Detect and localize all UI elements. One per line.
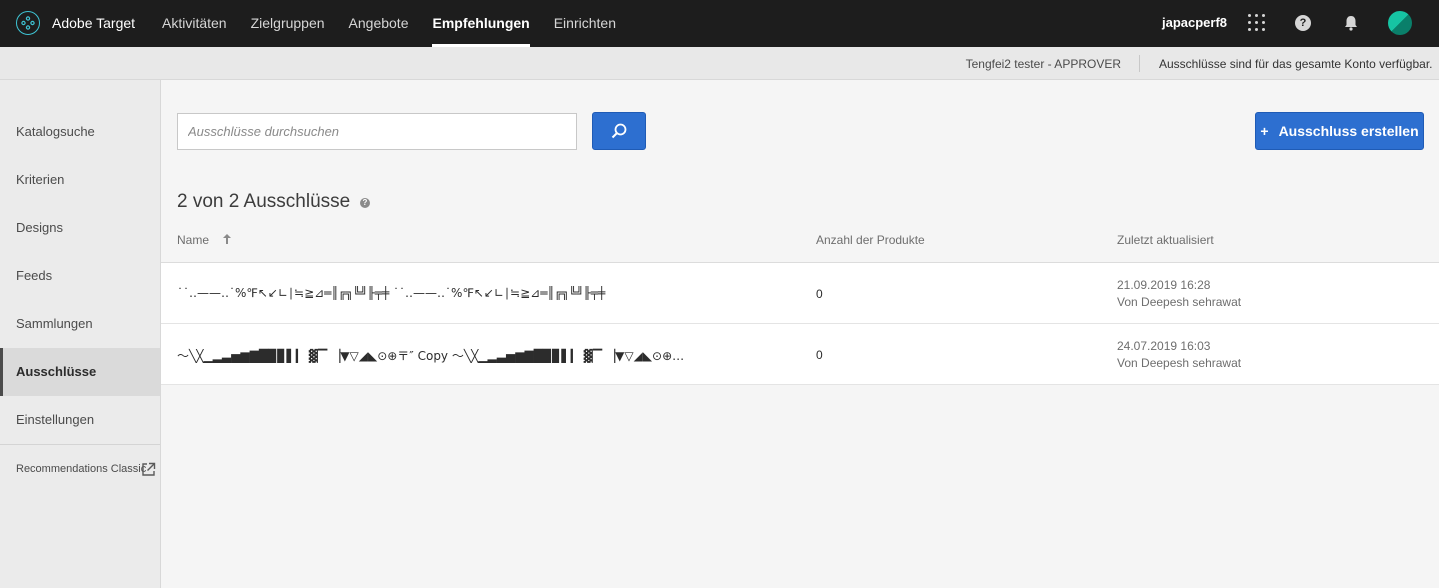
last-updated-date: 21.09.2019 16:28 bbox=[1117, 278, 1211, 292]
sidebar-item-einstellungen[interactable]: Einstellungen bbox=[0, 396, 160, 444]
external-link-icon bbox=[142, 462, 156, 476]
top-navigation-bar: Adobe Target Aktivitäten Zielgruppen Ang… bbox=[0, 0, 1439, 47]
nav-empfehlungen[interactable]: Empfehlungen bbox=[432, 0, 530, 47]
nav-aktivitaeten[interactable]: Aktivitäten bbox=[162, 0, 227, 47]
table-row[interactable]: ˙˙‥——‥˙%℉↖↙∟∣≒≧⊿═║╔╗╚╝╟╤╪ ˙˙‥——‥˙%℉↖↙∟∣≒… bbox=[161, 263, 1439, 324]
sidebar-item-feeds[interactable]: Feeds bbox=[0, 252, 160, 300]
exclusion-name[interactable]: 〜╲╳▁▂▃▅▆▇█▉▊▌▎ ▓▔ ▕▼▽◢◣⊙⊕〒″ Copy 〜╲╳▁▂▃▅… bbox=[177, 347, 792, 364]
user-role: Tengfei2 tester - APPROVER bbox=[965, 57, 1121, 71]
main-content: + Ausschluss erstellen 2 von 2 Ausschlüs… bbox=[161, 80, 1439, 588]
last-updated-author: Von Deepesh sehrawat bbox=[1117, 295, 1242, 309]
bell-icon[interactable] bbox=[1342, 14, 1360, 32]
sidebar-item-katalogsuche[interactable]: Katalogsuche bbox=[0, 108, 160, 156]
recommendations-classic-link[interactable]: Recommendations Classic bbox=[0, 445, 160, 493]
context-bar: Tengfei2 tester - APPROVER Ausschlüsse s… bbox=[0, 47, 1439, 80]
apps-grid-icon[interactable] bbox=[1248, 14, 1266, 32]
divider bbox=[1139, 55, 1140, 72]
search-icon bbox=[611, 123, 627, 139]
account-note: Ausschlüsse sind für das gesamte Konto v… bbox=[1159, 57, 1433, 71]
column-header-product-count[interactable]: Anzahl der Produkte bbox=[816, 233, 925, 247]
sidebar-item-ausschluesse[interactable]: Ausschlüsse bbox=[0, 348, 160, 396]
product-count: 0 bbox=[816, 348, 823, 362]
nav-angebote[interactable]: Angebote bbox=[349, 0, 409, 47]
recommendations-classic-label: Recommendations Classic bbox=[16, 463, 147, 475]
app-name[interactable]: Adobe Target bbox=[52, 15, 135, 31]
create-exclusion-label: Ausschluss erstellen bbox=[1278, 123, 1419, 139]
sort-ascending-icon[interactable] bbox=[222, 233, 232, 245]
nav-zielgruppen[interactable]: Zielgruppen bbox=[251, 0, 325, 47]
avatar[interactable] bbox=[1388, 11, 1412, 35]
sidebar-item-sammlungen[interactable]: Sammlungen bbox=[0, 300, 160, 348]
search-button[interactable] bbox=[592, 112, 646, 150]
exclusion-name[interactable]: ˙˙‥——‥˙%℉↖↙∟∣≒≧⊿═║╔╗╚╝╟╤╪ ˙˙‥——‥˙%℉↖↙∟∣≒… bbox=[177, 286, 792, 300]
main-nav: Aktivitäten Zielgruppen Angebote Empfehl… bbox=[162, 0, 640, 47]
last-updated-author: Von Deepesh sehrawat bbox=[1117, 356, 1242, 370]
column-header-last-updated[interactable]: Zuletzt aktualisiert bbox=[1117, 233, 1214, 247]
create-exclusion-button[interactable]: + Ausschluss erstellen bbox=[1255, 112, 1424, 150]
exclusions-table: Name Anzahl der Produkte Zuletzt aktuali… bbox=[161, 222, 1439, 385]
info-icon[interactable]: ? bbox=[360, 198, 370, 208]
sidebar-item-kriterien[interactable]: Kriterien bbox=[0, 156, 160, 204]
user-name[interactable]: japacperf8 bbox=[1162, 15, 1227, 30]
table-row[interactable]: 〜╲╳▁▂▃▅▆▇█▉▊▌▎ ▓▔ ▕▼▽◢◣⊙⊕〒″ Copy 〜╲╳▁▂▃▅… bbox=[161, 324, 1439, 385]
result-count-title: 2 von 2 Ausschlüsse bbox=[177, 191, 351, 212]
help-icon[interactable]: ? bbox=[1295, 15, 1311, 31]
table-header: Name Anzahl der Produkte Zuletzt aktuali… bbox=[161, 222, 1439, 263]
search-input[interactable] bbox=[177, 113, 577, 150]
last-updated-date: 24.07.2019 16:03 bbox=[1117, 339, 1211, 353]
adobe-target-logo-icon[interactable] bbox=[16, 11, 40, 35]
nav-einrichten[interactable]: Einrichten bbox=[554, 0, 616, 47]
product-count: 0 bbox=[816, 287, 823, 301]
sidebar: Katalogsuche Kriterien Designs Feeds Sam… bbox=[0, 80, 161, 588]
plus-icon: + bbox=[1260, 123, 1269, 139]
column-header-name[interactable]: Name bbox=[177, 233, 209, 247]
sidebar-item-designs[interactable]: Designs bbox=[0, 204, 160, 252]
